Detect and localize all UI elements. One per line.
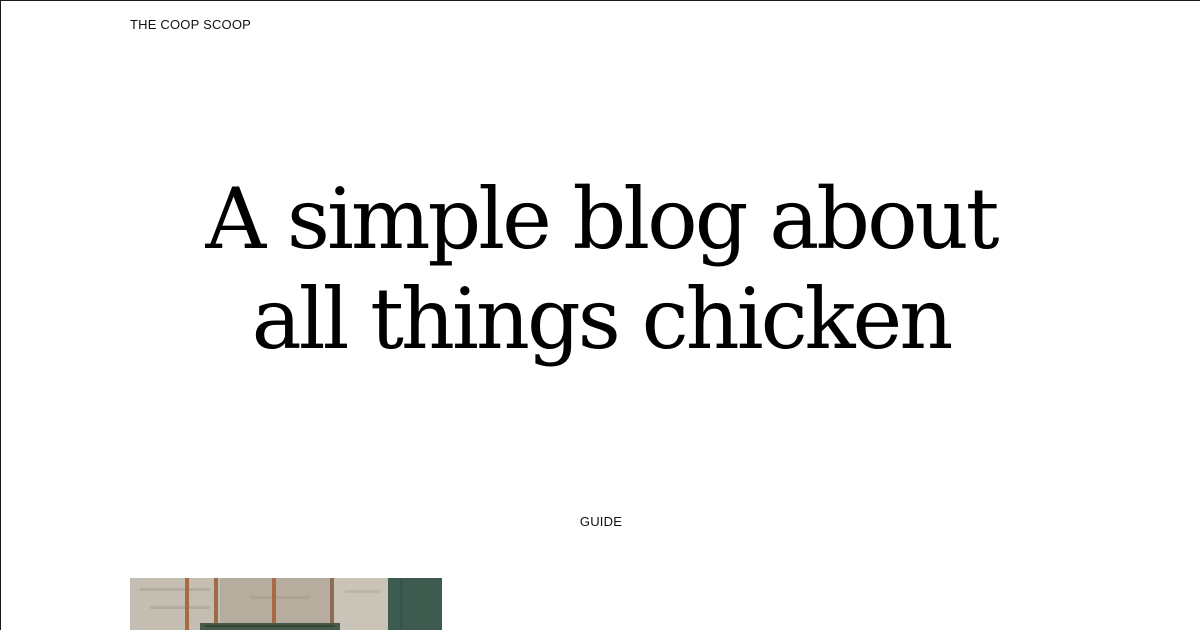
page-frame: THE COOP SCOOP A simple blog about all t… — [0, 0, 1200, 630]
hero-heading-line-2: all things chicken — [251, 270, 954, 368]
post-category-label: GUIDE — [579, 514, 623, 529]
hero-heading-line-1: A simple blog about — [205, 170, 1000, 268]
site-title-link[interactable]: THE COOP SCOOP — [130, 17, 251, 33]
featured-post-image[interactable] — [130, 578, 442, 630]
hero-heading: A simple blog about all things chicken — [1, 169, 1200, 369]
